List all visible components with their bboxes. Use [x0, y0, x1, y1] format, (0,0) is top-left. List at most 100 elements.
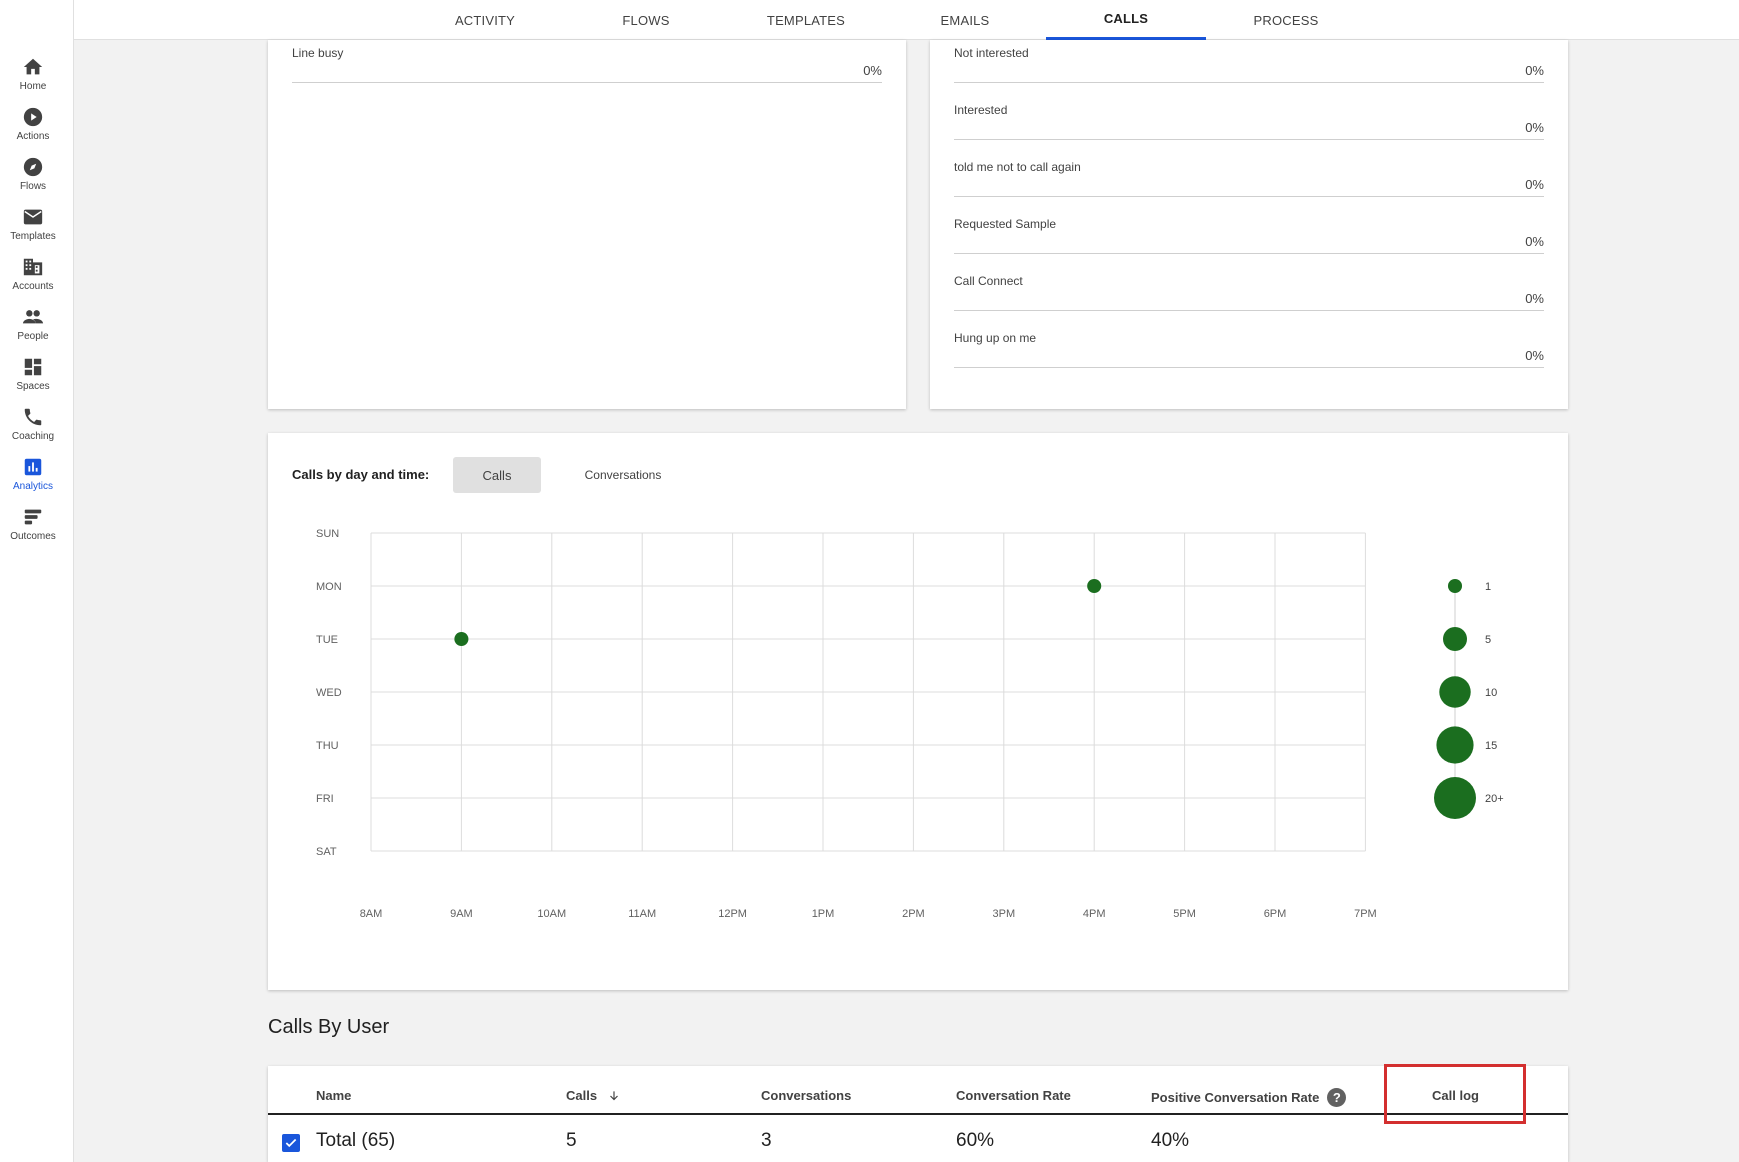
nav-item-actions[interactable]: Actions — [0, 106, 66, 152]
legend-label: 5 — [1485, 634, 1491, 646]
outcome-label: Not interested — [954, 46, 1029, 60]
outcome-bar — [954, 310, 1544, 311]
nav-item-accounts[interactable]: Accounts — [0, 256, 66, 302]
y-tick-label: TUE — [316, 634, 338, 646]
total-row-name: Total (65) — [316, 1130, 396, 1151]
x-tick-label: 4PM — [1083, 908, 1106, 920]
outcome-row: Line busy 0% — [292, 46, 882, 86]
calls-toggle-button[interactable]: Calls — [453, 457, 541, 493]
nav-item-coaching[interactable]: Coaching — [0, 406, 66, 452]
compass-icon — [23, 157, 43, 177]
check-icon — [285, 1138, 297, 1148]
legend-bubble — [1436, 726, 1474, 764]
outcome-value: 0% — [1525, 348, 1544, 363]
home-icon — [23, 58, 43, 75]
nav-item-outcomes[interactable]: Outcomes — [0, 506, 66, 552]
tab-emails[interactable]: EMAILS — [885, 0, 1045, 40]
conversations-toggle-button[interactable]: Conversations — [568, 457, 678, 493]
nav-label: Outcomes — [10, 531, 56, 542]
x-tick-label: 12PM — [718, 908, 747, 920]
legend-label: 15 — [1485, 740, 1497, 752]
nav-label: Home — [19, 81, 47, 92]
col-header-calls[interactable]: Calls — [566, 1088, 621, 1103]
nav-label: Actions — [16, 131, 50, 142]
outcomes-icon — [24, 509, 42, 525]
building-icon — [23, 258, 43, 276]
outcome-label: Requested Sample — [954, 217, 1057, 231]
y-tick-label: FRI — [316, 793, 334, 805]
data-point — [1087, 578, 1102, 594]
total-row-positive-rate: 40% — [1151, 1130, 1190, 1151]
nav-item-flows[interactable]: Flows — [0, 156, 66, 202]
nav-item-people[interactable]: People — [0, 306, 66, 352]
outcome-value: 0% — [863, 63, 882, 78]
phone-icon — [24, 408, 42, 426]
x-tick-label: 5PM — [1173, 908, 1196, 920]
outcome-label: Line busy — [292, 46, 344, 60]
chart-title: Calls by day and time: — [292, 467, 430, 482]
legend-bubble — [1434, 777, 1476, 819]
tab-calls[interactable]: CALLS — [1046, 0, 1206, 40]
y-tick-label: THU — [316, 740, 339, 752]
nav-item-templates[interactable]: Templates — [0, 206, 66, 252]
outcome-value: 0% — [1525, 63, 1544, 78]
left-outcome-card: Line busy 0% — [268, 40, 906, 409]
col-header-conversation-rate[interactable]: Conversation Rate — [956, 1088, 1071, 1103]
y-tick-label: SUN — [316, 528, 339, 540]
outcome-label: Call Connect — [954, 274, 1023, 288]
outcome-row: Requested Sample 0% — [954, 217, 1544, 257]
nav-label: Coaching — [11, 431, 55, 442]
nav-item-analytics[interactable]: Analytics — [0, 456, 66, 502]
tab-process[interactable]: PROCESS — [1206, 0, 1366, 40]
header-divider — [268, 1113, 1568, 1115]
mail-icon — [23, 209, 43, 225]
total-row-calls: 5 — [566, 1130, 577, 1151]
outcome-value: 0% — [1525, 120, 1544, 135]
help-icon[interactable]: ? — [1327, 1088, 1347, 1107]
outcome-row: Call Connect 0% — [954, 274, 1544, 314]
call-log-highlight — [1384, 1064, 1526, 1124]
right-outcome-card: Not interested 0% Interested 0% told me … — [930, 40, 1568, 409]
outcome-bar — [954, 367, 1544, 368]
outcome-row: told me not to call again 0% — [954, 160, 1544, 200]
legend-label: 1 — [1485, 581, 1491, 593]
outcome-label: Hung up on me — [954, 331, 1037, 345]
total-row-checkbox[interactable] — [282, 1134, 300, 1152]
total-row-conversations: 3 — [761, 1130, 772, 1151]
sort-down-arrow-icon — [610, 1090, 618, 1100]
tab-activity[interactable]: ACTIVITY — [405, 0, 565, 40]
outcome-row: Not interested 0% — [954, 46, 1544, 86]
nav-label: People — [17, 331, 49, 342]
outcome-label: told me not to call again — [954, 160, 1081, 174]
legend-bubble — [1447, 578, 1463, 594]
total-row-conversation-rate: 60% — [956, 1130, 995, 1151]
outcome-bar — [954, 253, 1544, 254]
legend-bubble — [1443, 627, 1467, 651]
col-header-conversations[interactable]: Conversations — [761, 1088, 851, 1103]
sidebar-nav: Home Actions Flows Templates Accounts Pe… — [0, 0, 74, 1162]
outcome-bar — [954, 82, 1544, 83]
outcome-bar — [954, 196, 1544, 197]
dashboard-icon — [24, 358, 42, 376]
calls-heatmap-chart: SUNMONTUEWEDTHUFRISAT8AM 9AM 10AM 11AM 12PM 1… — [316, 528, 1504, 920]
outcome-value: 0% — [1525, 291, 1544, 306]
col-header-positive-rate[interactable]: Positive Conversation Rate ? — [1151, 1088, 1347, 1107]
people-icon — [22, 310, 44, 324]
x-tick-label: 11AM — [628, 908, 656, 920]
tab-flows[interactable]: FLOWS — [566, 0, 726, 40]
outcome-label: Interested — [954, 103, 1008, 117]
x-tick-label: 3PM — [992, 908, 1015, 920]
nav-item-spaces[interactable]: Spaces — [0, 356, 66, 402]
outcome-bar — [954, 139, 1544, 140]
nav-label: Analytics — [12, 481, 53, 492]
tab-templates[interactable]: TEMPLATES — [726, 0, 886, 40]
nav-item-home[interactable]: Home — [0, 56, 66, 102]
col-header-name[interactable]: Name — [316, 1088, 351, 1103]
legend-bubble — [1439, 676, 1471, 708]
nav-label: Templates — [10, 231, 56, 242]
data-point — [454, 631, 469, 647]
col-header-positive-rate-label: Positive Conversation Rate — [1151, 1090, 1320, 1105]
legend-label: 10 — [1485, 687, 1497, 699]
nav-label: Flows — [19, 181, 47, 192]
x-tick-label: 6PM — [1264, 908, 1287, 920]
